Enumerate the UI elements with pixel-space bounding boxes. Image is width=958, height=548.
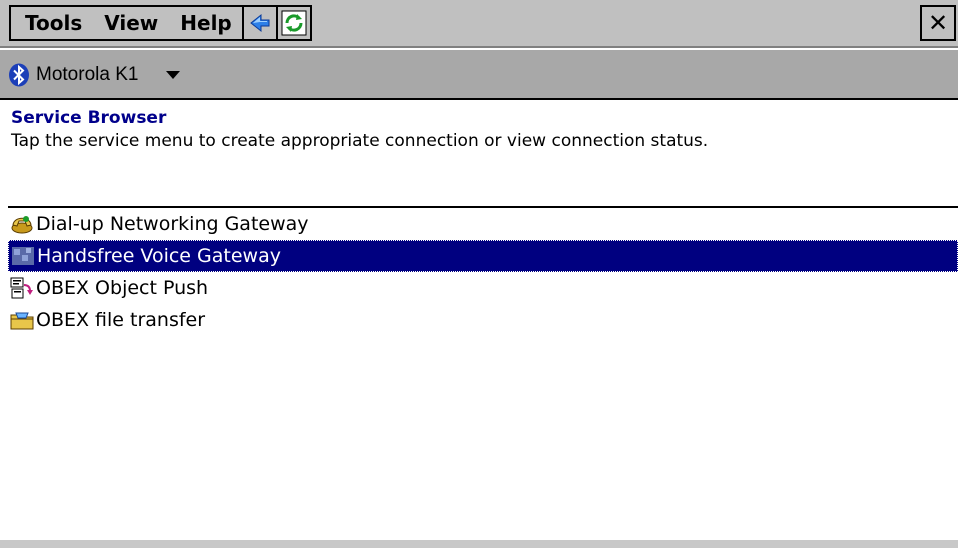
- handsfree-icon: [12, 247, 34, 265]
- menu-tools[interactable]: Tools: [11, 7, 92, 39]
- bottom-bar: [0, 540, 958, 548]
- file-transfer-icon: [10, 312, 34, 330]
- chevron-down-icon[interactable]: [166, 70, 181, 80]
- service-label: OBEX file transfer: [36, 309, 206, 331]
- service-obex-file-transfer[interactable]: OBEX file transfer: [8, 304, 958, 336]
- service-label: Handsfree Voice Gateway: [37, 245, 281, 267]
- close-button[interactable]: ✕: [920, 5, 956, 41]
- service-label: OBEX Object Push: [36, 277, 209, 299]
- service-handsfree-voice[interactable]: Handsfree Voice Gateway: [8, 240, 958, 272]
- device-selector[interactable]: Motorola K1: [8, 59, 181, 91]
- device-bar: Motorola K1: [0, 50, 958, 100]
- service-label: Dial-up Networking Gateway: [36, 213, 309, 235]
- service-dialup-networking[interactable]: Dial-up Networking Gateway: [8, 208, 958, 240]
- menu-help[interactable]: Help: [168, 7, 241, 39]
- service-list: Dial-up Networking Gateway Handsfree Voi…: [8, 206, 958, 541]
- menu-group: Tools View Help: [9, 5, 312, 41]
- menu-view[interactable]: View: [92, 7, 168, 39]
- back-arrow-icon: [249, 13, 270, 33]
- page-title: Service Browser: [11, 108, 167, 128]
- dialup-phone-icon: [11, 216, 33, 234]
- refresh-icon: [281, 10, 307, 36]
- service-obex-object-push[interactable]: OBEX Object Push: [8, 272, 958, 304]
- refresh-button[interactable]: [275, 7, 310, 39]
- page-description: Tap the service menu to create appropria…: [11, 131, 709, 151]
- back-button[interactable]: [241, 7, 276, 39]
- bluetooth-icon: [9, 63, 29, 87]
- object-push-icon: [10, 277, 33, 299]
- menu-bar: Tools View Help ✕: [0, 0, 958, 48]
- device-name: Motorola K1: [36, 64, 139, 85]
